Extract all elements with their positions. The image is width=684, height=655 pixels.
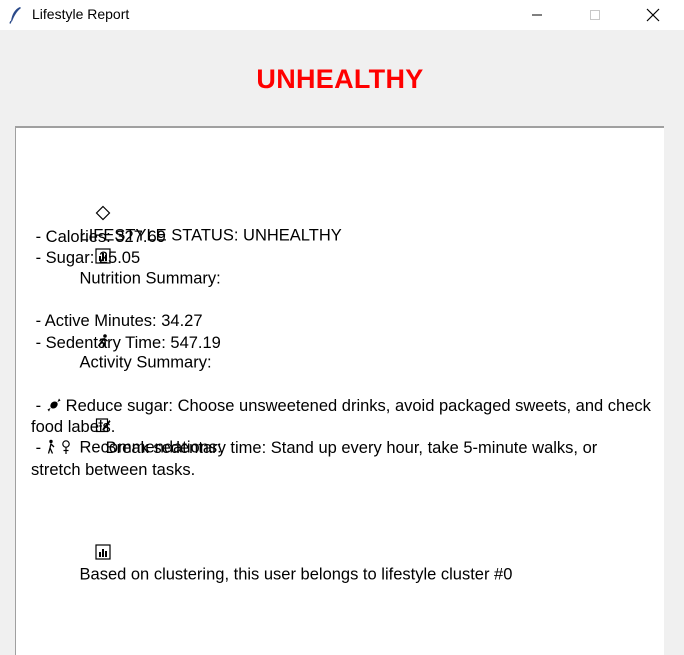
activity-title-text: Activity Summary: [79, 353, 212, 372]
candy-icon [46, 397, 62, 413]
recommendations-title: Recommendations: [31, 375, 651, 456]
list-prefix: - [31, 439, 46, 458]
nutrition-title: Nutrition Summary: [31, 205, 651, 287]
active-minutes-line: - Active Minutes: 34.27 [31, 312, 203, 331]
report-content: LIFESTYLE STATUS: UNHEALTHY Nutrition Su… [31, 163, 651, 584]
recommendation-text: Break sedentary time: Stand up every hou… [31, 439, 598, 479]
activity-title: Activity Summary: [31, 290, 651, 372]
walking-woman-icon [46, 439, 82, 455]
cluster-text: Based on clustering, this user belongs t… [79, 565, 513, 584]
window-title: Lifestyle Report [32, 6, 130, 22]
minimize-icon [532, 14, 542, 16]
close-button[interactable] [630, 0, 676, 30]
feather-icon [9, 6, 23, 24]
report-text-area[interactable]: LIFESTYLE STATUS: UNHEALTHY Nutrition Su… [15, 126, 664, 655]
title-bar: Lifestyle Report [0, 0, 684, 30]
recommendation-item: - Reduce sugar: Choose unsweetened drink… [31, 396, 651, 438]
nutrition-title-text: Nutrition Summary: [79, 268, 221, 287]
sedentary-time-line: - Sedentary Time: 547.19 [31, 333, 221, 352]
maximize-icon [590, 10, 600, 20]
close-icon [646, 8, 660, 22]
bar-chart-icon [59, 523, 111, 561]
sugar-line: - Sugar: 25.05 [31, 248, 141, 267]
recommendation-text: Reduce sugar: Choose unsweetened drinks,… [31, 397, 651, 437]
cluster-line: Based on clustering, this user belongs t… [31, 502, 651, 584]
diamond-icon [59, 184, 111, 221]
list-prefix: - [31, 397, 46, 416]
recommendation-item: - Break sedentary time: Stand up every h… [31, 438, 651, 480]
status-line: LIFESTYLE STATUS: UNHEALTHY [31, 163, 651, 245]
minimize-button[interactable] [514, 0, 560, 30]
status-heading: UNHEALTHY [256, 64, 424, 94]
maximize-button[interactable] [572, 0, 618, 30]
